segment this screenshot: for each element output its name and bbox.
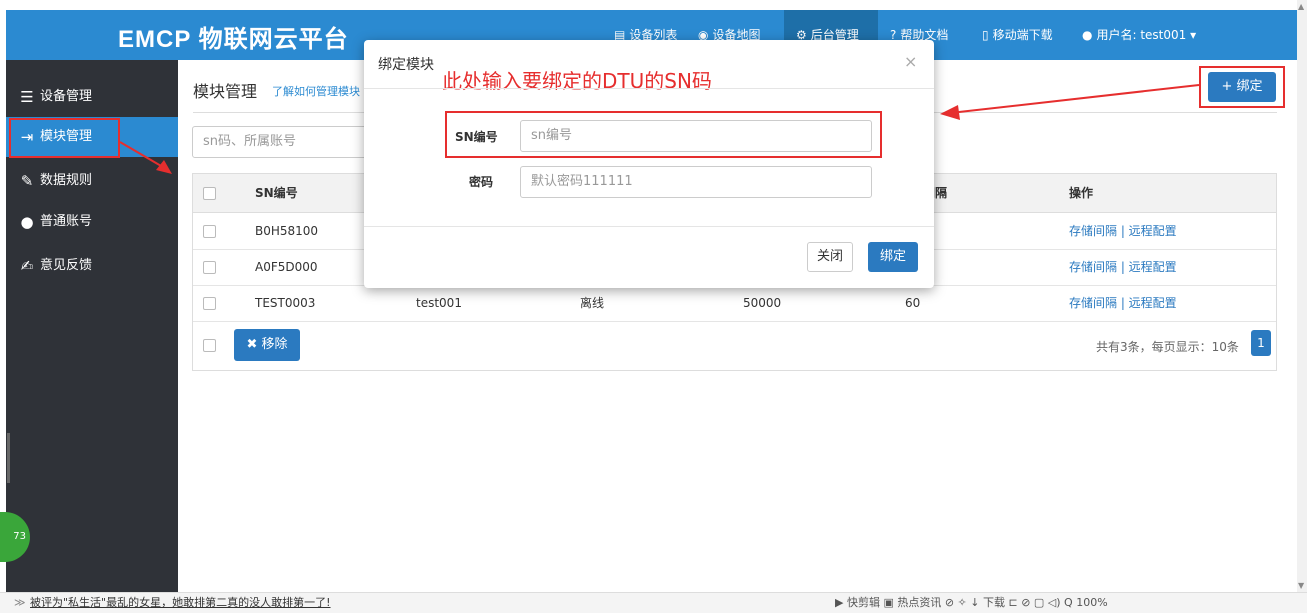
close-button[interactable]: 关闭 [807, 242, 853, 272]
password-label: 密码 [469, 175, 494, 189]
browser-statusbar: ≫ 被评为"私生活"最乱的女星，她敢排第二真的没人敢排第一了! ▶ 快剪辑 ▣ … [0, 592, 1307, 613]
arrow-line-bind [949, 84, 1200, 114]
annotation-instruction: 此处输入要绑定的DTU的SN码 [442, 69, 712, 93]
arrowhead-bind [940, 105, 960, 120]
annotation-box-sn-field [445, 111, 882, 158]
arrowhead-sidebar [156, 160, 172, 174]
news-link[interactable]: 被评为"私生活"最乱的女星，她敢排第二真的没人敢排第一了! [30, 593, 331, 613]
close-icon[interactable]: × [904, 52, 917, 71]
scroll-down-icon[interactable]: ▼ [1298, 581, 1304, 590]
expand-icon[interactable]: ≫ [14, 593, 26, 613]
password-input[interactable]: 默认密码111111 [520, 166, 872, 198]
dialog-title: 绑定模块 [378, 57, 434, 73]
dialog-footer-divider [364, 226, 934, 227]
page-scrollbar[interactable]: ▲ ▼ [1297, 0, 1307, 592]
confirm-bind-button[interactable]: 绑定 [868, 242, 918, 272]
bind-module-dialog: 绑定模块 此处输入要绑定的DTU的SN码 × SN编号 sn编号 密码 默认密码… [364, 40, 934, 288]
scroll-up-icon[interactable]: ▲ [1298, 2, 1304, 11]
dialog-header-divider [364, 88, 934, 89]
statusbar-tools[interactable]: ▶ 快剪辑 ▣ 热点资讯 ⊘ ✧ ↓ 下载 ⊏ ⊘ ▢ ◁) Q 100% [835, 593, 1108, 613]
